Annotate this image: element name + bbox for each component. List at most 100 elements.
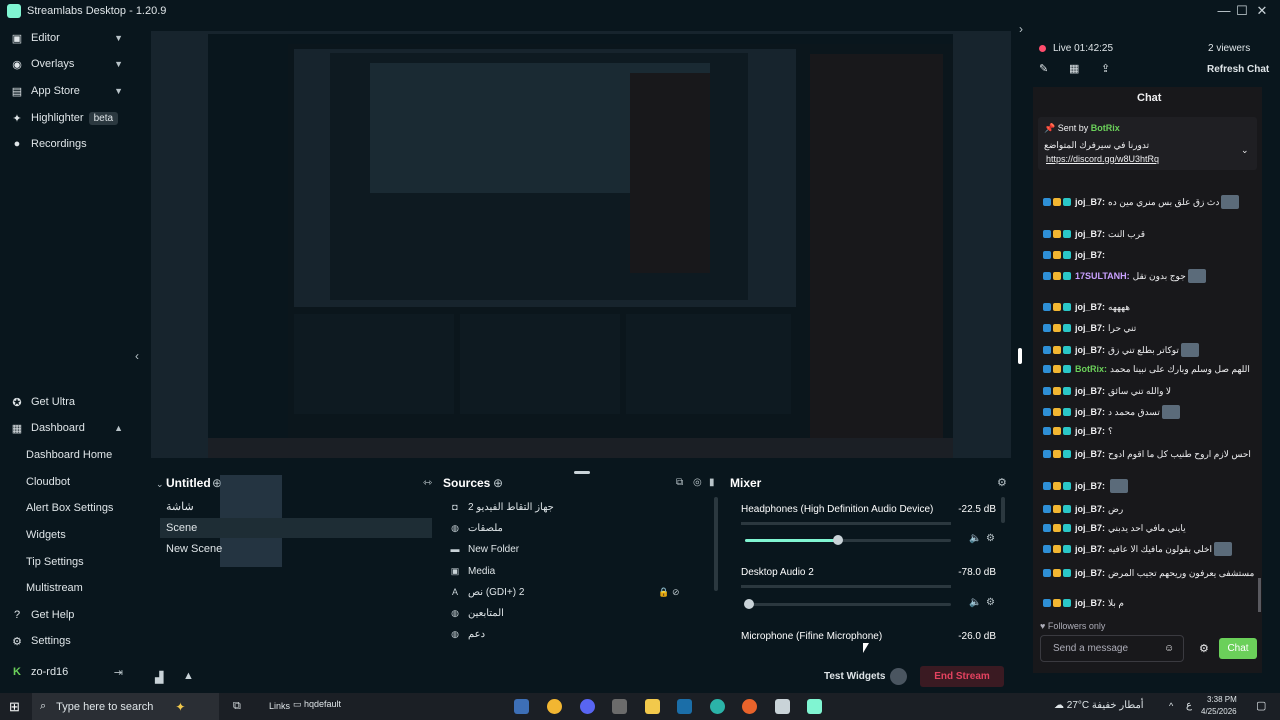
chat-username[interactable]: joj_B7: [1075,568,1105,578]
refresh-chat-button[interactable]: Refresh Chat [1207,64,1269,75]
chat-username[interactable]: joj_B7: [1075,426,1105,436]
tray-chevron-icon[interactable]: ^ [1169,701,1173,711]
panel-drag-handle[interactable] [574,471,590,474]
chat-username[interactable]: joj_B7: [1075,323,1105,333]
sidebar-item-highlighter[interactable]: ✦ Highlighter beta [0,107,135,129]
stream-preview[interactable] [151,31,1011,458]
chat-username[interactable]: joj_B7: [1075,523,1105,533]
notifications-icon[interactable]: ▲ [183,670,194,682]
windows-start-icon[interactable]: ⊞ [9,699,20,715]
hqdefault-item[interactable]: ▭ hqdefault [293,699,341,710]
source-item[interactable]: ▣ Media [444,561,716,581]
sidebar-item-get-help[interactable]: ? Get Help [0,604,135,626]
end-stream-button[interactable]: End Stream [920,666,1004,687]
sidebar-item-settings[interactable]: ⚙ Settings [0,630,135,652]
speaker-icon[interactable]: 🔈 [969,533,981,544]
streamlabs-icon[interactable] [807,699,822,714]
user-account[interactable]: K zo-rd16 ⇥ [0,661,135,683]
edit-icon[interactable]: ✎ [1039,62,1048,75]
sidebar-item-editor[interactable]: ▣ Editor ▼ [0,27,135,49]
chat-username[interactable]: joj_B7: [1075,345,1105,355]
channel-settings-icon[interactable]: ⚙ [986,533,995,544]
sidebar-subitem-alert-box[interactable]: Alert Box Settings [26,502,113,514]
scene-item-selected[interactable]: Scene [160,518,432,538]
sidebar-item-overlays[interactable]: ◉ Overlays ▼ [0,53,135,75]
chat-username[interactable]: joj_B7: [1075,229,1105,239]
sidebar-subitem-dashboard-home[interactable]: Dashboard Home [26,449,112,461]
folder-icon[interactable]: ▮ [709,477,715,488]
chevron-down-icon[interactable]: ⌄ [1241,145,1249,156]
channel-settings-icon[interactable]: ⚙ [986,597,995,608]
scene-item[interactable]: New Scene [160,539,432,559]
share-icon[interactable]: ⇪ [1101,62,1110,75]
resize-handle[interactable] [1018,348,1022,364]
chat-username[interactable]: 17SULTANH: [1075,271,1130,281]
chat-username[interactable]: joj_B7: [1075,481,1105,491]
expand-chat-icon[interactable]: › [1019,22,1023,36]
sidebar-item-dashboard[interactable]: ▦ Dashboard ▲ [0,417,135,439]
sidebar-subitem-multistream[interactable]: Multistream [26,582,83,594]
selective-recording-icon[interactable]: ◎ [693,477,702,488]
sidebar-subitem-cloudbot[interactable]: Cloudbot [26,476,70,488]
performance-icon[interactable]: ▟ [155,671,163,684]
mixer-settings-icon[interactable]: ⚙ [997,476,1007,489]
chat-input[interactable]: Send a message [1040,635,1184,662]
weather-widget[interactable]: ☁ 27°C أمطار خفيفة [1054,700,1144,711]
taskbar-search[interactable]: ⌕ Type here to search ✦ [32,693,219,720]
chat-settings-icon[interactable]: ⚙ [1199,642,1209,655]
source-item[interactable]: A نص (GDI+) 2 🔒 ⊘ [444,582,716,602]
scene-item[interactable]: شاشة [160,497,432,517]
task-view-icon[interactable]: ⧉ [233,700,241,713]
mixer-scrollbar[interactable] [1001,497,1005,523]
pinned-link[interactable]: https://discord.gg/w8U3htRq [1046,154,1159,164]
notification-center-icon[interactable]: ▢ [1256,699,1266,712]
language-indicator[interactable]: ع [1186,700,1192,711]
sidebar-item-recordings[interactable]: ● Recordings [0,133,135,155]
sidebar-subitem-tip-settings[interactable]: Tip Settings [26,556,84,568]
chat-username[interactable]: joj_B7: [1075,386,1105,396]
source-item[interactable]: ▬ New Folder [444,539,716,559]
chat-username[interactable]: joj_B7: [1075,598,1105,608]
browser-icon[interactable] [742,699,757,714]
sidebar-subitem-widgets[interactable]: Widgets [26,529,66,541]
chat-username[interactable]: joj_B7: [1075,302,1105,312]
scenes-title[interactable]: Untitled [166,476,211,490]
source-item[interactable]: ◍ ملصقات [444,518,716,538]
chat-username[interactable]: BotRix: [1075,364,1107,374]
edge-icon[interactable] [710,699,725,714]
chat-username[interactable]: joj_B7: [1075,407,1105,417]
volume-slider-knob[interactable] [744,599,754,609]
sidebar-item-app-store[interactable]: ▤ App Store ▼ [0,80,135,102]
source-item[interactable]: ◍ دعم [444,624,716,644]
chat-username[interactable]: joj_B7: [1075,504,1105,514]
scenes-collapse-icon[interactable]: ⌄ [156,479,164,490]
lock-icon[interactable]: 🔒 [658,587,669,598]
file-explorer-icon[interactable] [645,699,660,714]
maximize-button[interactable]: ☐ [1234,3,1250,19]
chat-scrollbar[interactable] [1258,578,1261,612]
test-widgets-button[interactable]: Test Widgets [824,671,885,682]
volume-slider-knob[interactable] [833,535,843,545]
add-source-icon[interactable]: ⊕ [493,476,503,490]
add-folder-icon[interactable]: ⧉ [676,477,683,488]
taskbar-app-icon[interactable] [547,699,562,714]
chat-username[interactable]: joj_B7: [1075,250,1105,260]
discord-icon[interactable] [580,699,595,714]
taskbar-app-icon[interactable] [775,699,790,714]
source-item[interactable]: ◍ المتابعين [444,603,716,623]
minimize-button[interactable]: — [1216,3,1232,19]
chat-username[interactable]: joj_B7: [1075,197,1105,207]
collapse-left-icon[interactable]: ‹ [135,349,139,363]
dashboard-icon[interactable]: ▦ [1069,62,1079,75]
close-window-button[interactable]: ✕ [1254,3,1270,19]
chat-username[interactable]: joj_B7: [1075,449,1105,459]
visibility-icon[interactable]: ⊘ [672,587,680,598]
steam-icon[interactable] [677,699,692,714]
sidebar-item-get-ultra[interactable]: ✪ Get Ultra [0,391,135,413]
taskbar-app-icon[interactable] [612,699,627,714]
chat-username[interactable]: joj_B7: [1075,544,1105,554]
chat-send-button[interactable]: Chat [1219,638,1257,659]
scene-transition-icon[interactable]: ⇿ [423,476,432,489]
taskbar-app-icon[interactable] [514,699,529,714]
sources-scrollbar[interactable] [714,497,718,591]
